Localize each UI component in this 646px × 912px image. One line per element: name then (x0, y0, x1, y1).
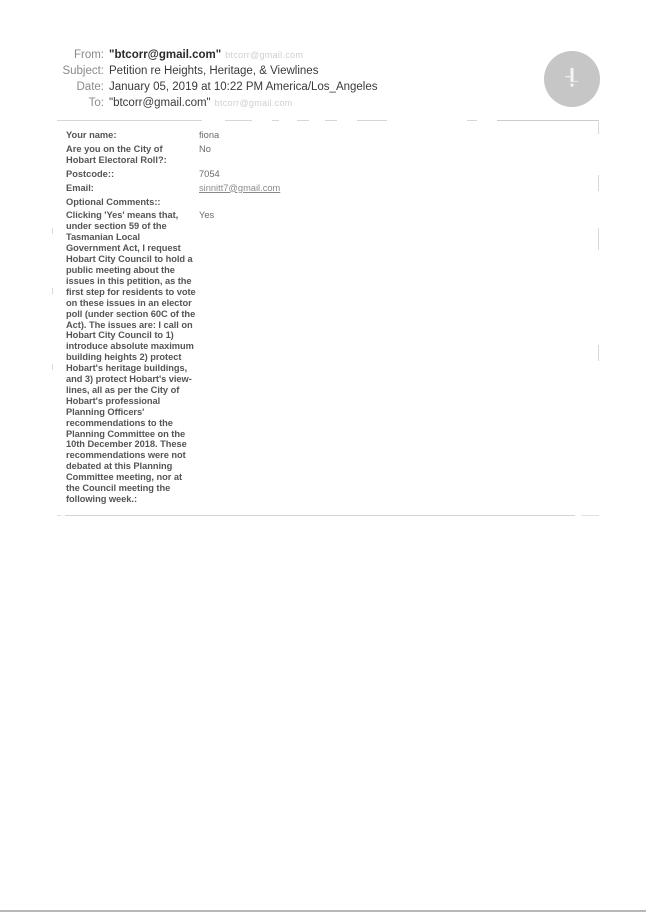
to-row: To: "btcorr@gmail.com" btcorr@gmail.com (52, 95, 532, 111)
left-border-mark (52, 288, 53, 294)
right-border-mark (598, 122, 599, 134)
field-label: Are you on the City of Hobart Electoral … (66, 143, 167, 165)
table-bottom-border (57, 515, 599, 516)
from-label: From: (73, 49, 104, 61)
date-row: Date: January 05, 2019 at 10:22 PM Ameri… (52, 79, 532, 95)
to-value[interactable]: "btcorr@gmail.com" (109, 95, 211, 111)
form-row: Optional Comments:: (66, 197, 586, 208)
person-silhouette-icon (565, 68, 578, 87)
field-label: Your name: (66, 130, 117, 140)
subject-label: Subject: (62, 65, 104, 77)
right-border-mark (598, 228, 599, 250)
date-label: Date: (76, 81, 105, 93)
field-label: Clicking 'Yes' means that, under section… (66, 210, 196, 504)
form-row: Are you on the City of Hobart Electoral … (66, 144, 586, 166)
from-value[interactable]: "btcorr@gmail.com" (109, 47, 221, 63)
field-value: 7054 (199, 168, 220, 179)
field-label: Postcode:: (66, 168, 115, 179)
form-row: Clicking 'Yes' means that, under section… (66, 210, 586, 504)
sender-avatar (544, 51, 600, 107)
from-address-faded: btcorr@gmail.com (225, 50, 304, 60)
date-value: January 05, 2019 at 10:22 PM America/Los… (109, 81, 378, 93)
to-label: To: (88, 97, 104, 109)
table-top-border (57, 120, 599, 121)
form-fields: Your name: fiona Are you on the City of … (66, 130, 586, 508)
right-border-mark (598, 175, 599, 191)
right-border-mark (598, 345, 599, 361)
left-border-mark (52, 364, 53, 370)
email-header: From: "btcorr@gmail.com" btcorr@gmail.co… (52, 47, 532, 111)
subject-row: Subject: Petition re Heights, Heritage, … (52, 63, 532, 79)
form-row: Email: sinnitt7@gmail.com (66, 183, 586, 194)
email-link[interactable]: sinnitt7@gmail.com (199, 183, 280, 194)
field-value: No (199, 143, 211, 154)
petition-form-table: Your name: fiona Are you on the City of … (52, 120, 599, 516)
field-value: fiona (199, 130, 220, 140)
field-value: Yes (199, 210, 215, 221)
to-address-faded: btcorr@gmail.com (214, 98, 293, 108)
subject-value: Petition re Heights, Heritage, & Viewlin… (109, 65, 319, 77)
field-label: Email: (66, 182, 94, 193)
from-row: From: "btcorr@gmail.com" btcorr@gmail.co… (52, 47, 532, 63)
field-label: Optional Comments:: (66, 196, 161, 207)
form-row: Postcode:: 7054 (66, 169, 586, 180)
left-border-mark (52, 228, 53, 234)
form-row: Your name: fiona (66, 130, 586, 141)
